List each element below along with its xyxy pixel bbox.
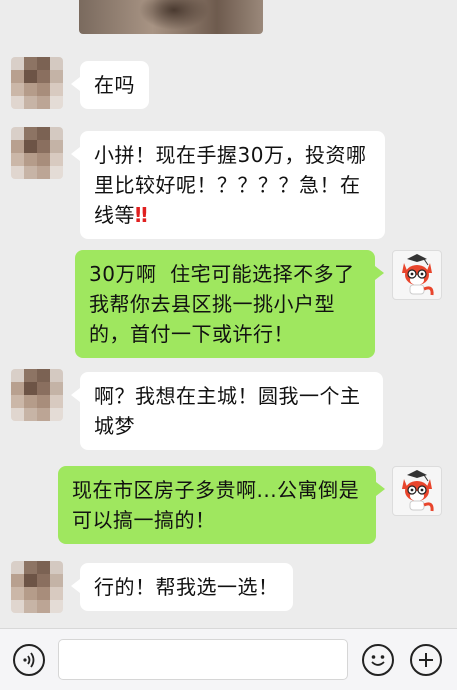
fox-mascot-icon — [402, 470, 434, 512]
fox-mascot-icon — [402, 254, 434, 296]
double-exclamation-icon: ‼ — [135, 203, 149, 227]
message-text: 现在市区房子多贵啊...公寓倒是 可以搞一搞的！ — [72, 478, 360, 532]
message-text: 行的！帮我选一选！ — [94, 575, 279, 599]
message-bubble-incoming[interactable]: 小拼！现在手握30万，投资哪 里比较好呢！？？？？急！在 线等‼ — [71, 131, 385, 239]
message-bubble-incoming[interactable]: 行的！帮我选一选！ — [71, 563, 293, 611]
message-bubble-incoming[interactable]: 在吗 — [71, 61, 149, 109]
contact-avatar[interactable] — [11, 369, 63, 421]
chat-input-bar — [0, 628, 457, 690]
contact-avatar[interactable] — [11, 561, 63, 613]
message-input[interactable] — [58, 639, 348, 680]
my-avatar[interactable] — [392, 250, 442, 300]
plus-icon[interactable] — [410, 644, 442, 676]
shared-photo[interactable] — [79, 0, 263, 34]
contact-avatar[interactable] — [11, 57, 63, 109]
emoji-icon[interactable] — [362, 644, 394, 676]
my-avatar[interactable] — [392, 466, 442, 516]
message-bubble-outgoing[interactable]: 现在市区房子多贵啊...公寓倒是 可以搞一搞的！ — [58, 466, 385, 544]
message-text: 在吗 — [94, 73, 135, 97]
message-text: 30万啊 住宅可能选择不多了 我帮你去县区挑一挑小户型 的，首付一下或许行！ — [89, 262, 355, 346]
message-bubble-incoming[interactable]: 啊？我想在主城！圆我一个主 城梦 — [71, 372, 383, 450]
voice-input-icon[interactable] — [13, 644, 45, 676]
contact-avatar[interactable] — [11, 127, 63, 179]
message-bubble-outgoing[interactable]: 30万啊 住宅可能选择不多了 我帮你去县区挑一挑小户型 的，首付一下或许行！ — [75, 250, 384, 358]
message-text: 啊？我想在主城！圆我一个主 城梦 — [94, 384, 361, 438]
